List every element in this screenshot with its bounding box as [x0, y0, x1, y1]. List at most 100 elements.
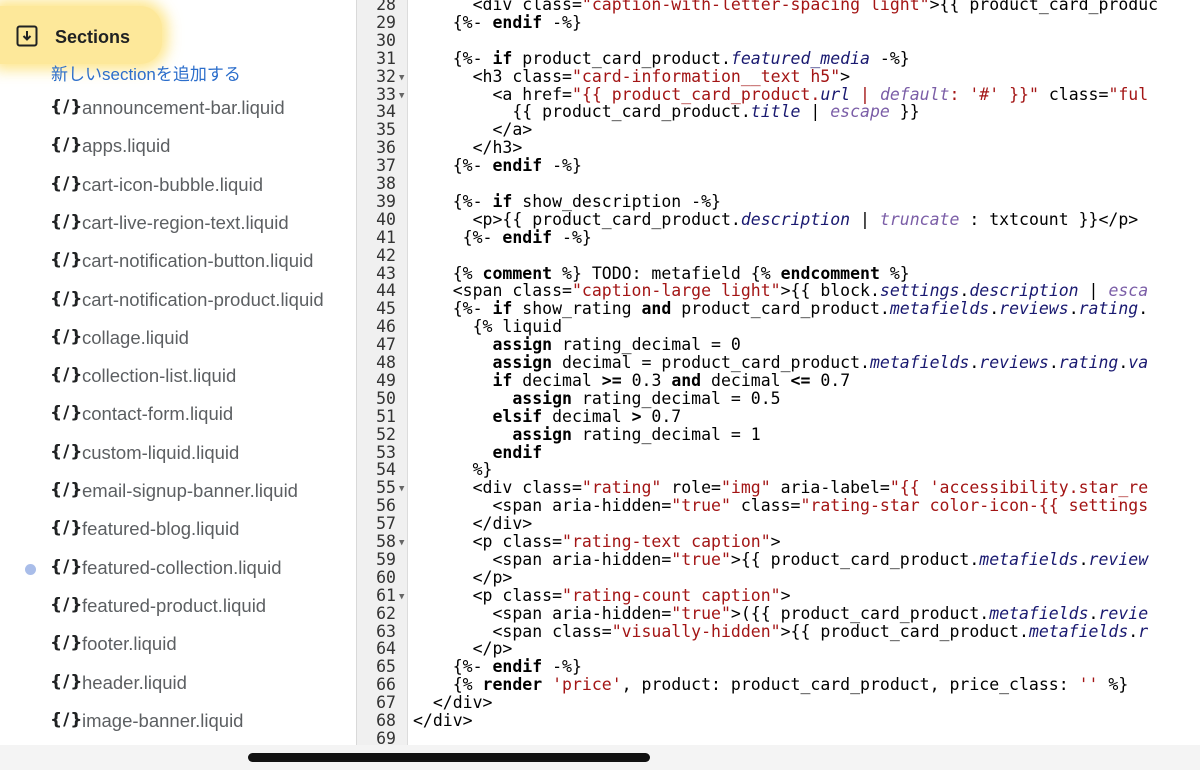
file-item[interactable]: {/} email-signup-banner.liquid [0, 476, 356, 510]
code-token: <div [413, 0, 523, 14]
file-item[interactable]: {/} cart-icon-bubble.liquid [0, 170, 356, 204]
file-item[interactable]: {/} footer.liquid [0, 629, 356, 663]
code-token: | [850, 84, 880, 104]
code-token: <p [413, 532, 503, 551]
file-item[interactable]: {/} featured-product.liquid [0, 591, 356, 625]
code-token: class= [512, 281, 572, 301]
code-line[interactable]: 39 {%- if show_description -%} [357, 191, 1200, 211]
code-line[interactable]: 31 {%- if product_card_product.featured_… [357, 48, 1200, 68]
file-item[interactable]: {/} apps.liquid [0, 131, 356, 165]
line-number: 35 [376, 120, 396, 140]
code-line[interactable]: 29 {%- endif -%} [357, 13, 1200, 32]
file-item[interactable]: {/} image-banner.liquid [0, 706, 356, 740]
code-line[interactable]: 53 endif [357, 442, 1200, 462]
home-indicator[interactable] [248, 753, 650, 762]
code-line[interactable]: 30 [357, 31, 1200, 50]
file-item[interactable]: {/} cart-notification-product.liquid [0, 285, 356, 319]
code-token: . [1088, 603, 1099, 623]
code-line[interactable]: 68 </div> [357, 712, 1200, 730]
code-line[interactable]: 49 if decimal >= 0.3 and decimal <= 0.7 [357, 371, 1200, 390]
code-token: if [492, 48, 513, 68]
fold-arrow-icon[interactable]: ▼ [399, 87, 404, 105]
code-token: {{ product_card_product. [413, 102, 751, 122]
code-text: <span aria-hidden="true">({{ product_car… [413, 603, 1148, 623]
line-number: 53 [376, 442, 396, 462]
code-line[interactable]: 60 </p> [357, 568, 1200, 587]
line-number: 42 [376, 245, 396, 265]
file-item[interactable]: {/} custom-liquid.liquid [0, 438, 356, 472]
code-line[interactable]: 45 {%- if show_rating and product_card_p… [357, 300, 1200, 318]
code-line[interactable]: 36 </h3> [357, 139, 1200, 157]
code-token: , product: product_card_product, price_c… [621, 675, 1079, 695]
file-item[interactable]: {/} header.liquid [0, 668, 356, 702]
fold-arrow-icon[interactable]: ▼ [399, 69, 404, 87]
code-line[interactable]: 61 ▼ <p class="rating-count caption"> [357, 586, 1200, 606]
folder-download-icon[interactable] [16, 25, 38, 47]
code-token: endif [492, 442, 543, 462]
code-line[interactable]: 67 </div> [357, 694, 1200, 712]
fold-arrow-icon[interactable]: ▼ [399, 588, 404, 606]
code-token: rating_decimal = 0.5 [571, 388, 781, 408]
code-text: <p class="rating-count caption"> [413, 586, 791, 605]
line-number: 34 [376, 102, 396, 122]
code-editor[interactable]: 28 <div class="caption-with-letter-spaci… [357, 0, 1200, 745]
file-item[interactable]: {/} collection-list.liquid [0, 361, 356, 395]
code-token: class= [502, 532, 563, 551]
fold-arrow-icon[interactable]: ▼ [399, 480, 404, 498]
code-token: </div> [413, 693, 493, 713]
code-line[interactable]: 42 [357, 245, 1200, 265]
code-line[interactable]: 59 <span aria-hidden="true">{{ product_c… [357, 549, 1200, 569]
code-text: <span class="caption-large light">{{ blo… [413, 282, 1148, 300]
code-line[interactable]: 58 ▼ <p class="rating-text caption"> [357, 533, 1200, 551]
code-line[interactable]: 52 assign rating_decimal = 1 [357, 424, 1200, 444]
code-line[interactable]: 35 </a> [357, 121, 1200, 139]
code-line[interactable]: 48 assign decimal = product_card_product… [357, 354, 1200, 372]
code-token: <span [413, 496, 553, 516]
code-line[interactable]: 44 <span class="caption-large light">{{ … [357, 282, 1200, 300]
file-item[interactable]: {/} featured-collection.liquid [0, 553, 356, 587]
code-line[interactable]: 28 <div class="caption-with-letter-spaci… [357, 0, 1200, 14]
file-item[interactable]: {/} collage.liquid [0, 323, 356, 357]
file-item[interactable]: {/} cart-live-region-text.liquid [0, 208, 356, 242]
code-line[interactable]: 40 <p>{{ product_card_product.descriptio… [357, 210, 1200, 229]
file-item[interactable]: {/} featured-blog.liquid [0, 514, 356, 548]
file-item[interactable]: {/} contact-form.liquid [0, 399, 356, 433]
code-line[interactable]: 50 assign rating_decimal = 0.5 [357, 388, 1200, 408]
code-line[interactable]: 65 {%- endif -%} [357, 658, 1200, 676]
code-token: . [1068, 299, 1079, 319]
sections-folder-title[interactable]: Sections [55, 25, 130, 49]
code-line[interactable]: 56 <span aria-hidden="true" class="ratin… [357, 497, 1200, 515]
code-line[interactable]: 69 [357, 729, 1200, 745]
code-token: product_card_produc [969, 0, 1159, 14]
code-line[interactable]: 32 ▼ <h3 class="card-information__text h5… [357, 66, 1200, 87]
code-line[interactable]: 33 ▼ <a href="{{ product_card_product.url… [357, 84, 1200, 105]
code-token: assign [512, 424, 572, 444]
code-token: class= [522, 478, 582, 498]
line-number: 50 [376, 388, 396, 408]
code-line[interactable]: 57 </div> [357, 515, 1200, 533]
code-line[interactable]: 62 <span aria-hidden="true">({{ product_… [357, 603, 1200, 623]
add-new-section-link[interactable]: 新しいsectionを追加する [51, 63, 241, 87]
code-line[interactable]: 64 </p> [357, 640, 1200, 658]
code-line[interactable]: 66 {% render 'price', product: product_c… [357, 676, 1200, 694]
file-item[interactable]: {/} announcement-bar.liquid [0, 93, 356, 127]
code-token: "true" [671, 549, 731, 569]
code-line[interactable]: 51 elsif decimal > 0.7 [357, 407, 1200, 426]
code-token: if [492, 191, 513, 211]
code-line[interactable]: 37 {%- endif -%} [357, 157, 1200, 175]
code-token: show_rating [512, 299, 642, 319]
code-line[interactable]: 55 ▼ <div class="rating" role="img" aria-… [357, 479, 1200, 497]
code-line[interactable]: 43 {% comment %} TODO: metafield {% endc… [357, 264, 1200, 283]
code-token: | [1078, 281, 1109, 301]
code-line[interactable]: 34 {{ product_card_product.title | escap… [357, 103, 1200, 121]
code-line[interactable]: 38 [357, 175, 1200, 193]
file-item[interactable]: {/} cart-notification-button.liquid [0, 246, 356, 280]
code-line[interactable]: 63 <span class="visually-hidden">{{ prod… [357, 622, 1200, 641]
code-token: rating_decimal = 1 [571, 424, 761, 444]
code-line[interactable]: 41 {%- endif -%} [357, 228, 1200, 247]
code-line[interactable]: 47 assign rating_decimal = 0 [357, 336, 1200, 354]
code-token: > [840, 66, 851, 86]
code-line[interactable]: 54 %} [357, 461, 1200, 479]
code-line[interactable]: 46 {% liquid [357, 318, 1200, 336]
fold-arrow-icon[interactable]: ▼ [399, 534, 404, 552]
